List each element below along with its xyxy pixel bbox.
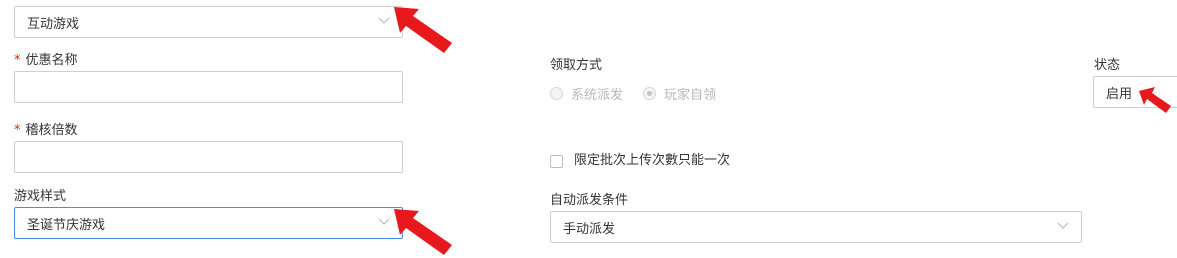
chevron-down-icon [378,17,390,24]
status-value: 启用 [1106,86,1133,102]
annotation-arrow-icon [1139,87,1171,113]
auto-dispatch-select[interactable]: 手动派发 [550,211,1082,243]
auto-dispatch-value: 手动派发 [563,221,616,237]
chevron-down-icon [378,218,390,225]
discount-name-label-text: 优惠名称 [25,53,78,68]
radio-label-player: 玩家自领 [664,88,717,103]
limit-once-checkbox[interactable] [550,154,563,168]
limit-once-label: 限定批次上传次數只能一次 [574,153,731,168]
radio-label-system: 系统派发 [571,88,624,103]
limit-once-checkbox-row[interactable]: 限定批次上传次數只能一次 [550,153,730,169]
annotation-arrow-icon [394,209,452,255]
claim-method-radio-group: 系统派发 玩家自领 [550,84,716,103]
discount-name-input[interactable] [14,71,403,103]
discount-name-label: * 优惠名称 [14,53,78,69]
status-label: 状态 [1094,58,1121,73]
auto-dispatch-label: 自动派发条件 [550,193,629,208]
required-mark: * [14,53,21,68]
game-style-label: 游戏样式 [14,189,67,204]
claim-method-label: 领取方式 [550,58,603,73]
radio-option-system[interactable]: 系统派发 [550,84,623,103]
annotation-arrow-icon [394,7,452,53]
game-type-select[interactable]: 互动游戏 [14,6,403,38]
game-type-value: 互动游戏 [27,16,80,32]
radio-circle[interactable] [550,87,563,100]
audit-multiplier-label: * 稽核倍数 [14,123,78,139]
game-style-value: 圣诞节庆游戏 [27,217,106,233]
game-style-select[interactable]: 圣诞节庆游戏 [14,207,403,239]
chevron-down-icon [1057,222,1069,229]
audit-multiplier-input[interactable] [14,141,403,173]
radio-option-player[interactable]: 玩家自领 [643,84,716,103]
audit-multiplier-label-text: 稽核倍数 [25,123,78,138]
radio-circle-checked[interactable] [643,87,657,100]
required-mark: * [14,123,21,138]
